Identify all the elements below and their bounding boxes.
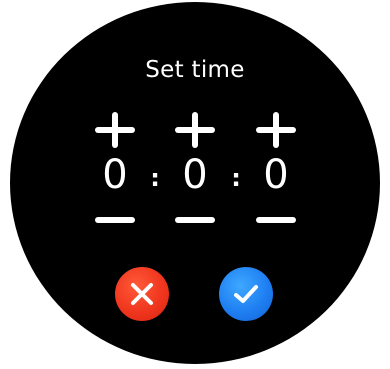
cancel-button[interactable] <box>115 267 169 321</box>
close-icon <box>130 282 154 306</box>
decrement-button-2[interactable] <box>172 208 218 232</box>
page-title: Set time <box>145 57 245 83</box>
decrement-button-1[interactable] <box>92 208 138 232</box>
increment-button-3[interactable] <box>253 110 299 150</box>
time-value-3: 0 <box>263 152 289 198</box>
time-field-1: 0 <box>92 110 138 232</box>
time-field-2: 0 <box>172 110 218 232</box>
increment-button-1[interactable] <box>92 110 138 150</box>
time-separator-1: : <box>150 164 160 192</box>
time-field-3: 0 <box>253 110 299 232</box>
confirm-button[interactable] <box>219 267 273 321</box>
watch-screen: Set time 0 : 0 : 0 <box>10 2 380 364</box>
time-value-2: 0 <box>182 152 208 198</box>
check-icon <box>233 283 259 305</box>
decrement-button-3[interactable] <box>253 208 299 232</box>
time-value-1: 0 <box>102 152 128 198</box>
time-separator-2: : <box>231 164 241 192</box>
increment-button-2[interactable] <box>172 110 218 150</box>
